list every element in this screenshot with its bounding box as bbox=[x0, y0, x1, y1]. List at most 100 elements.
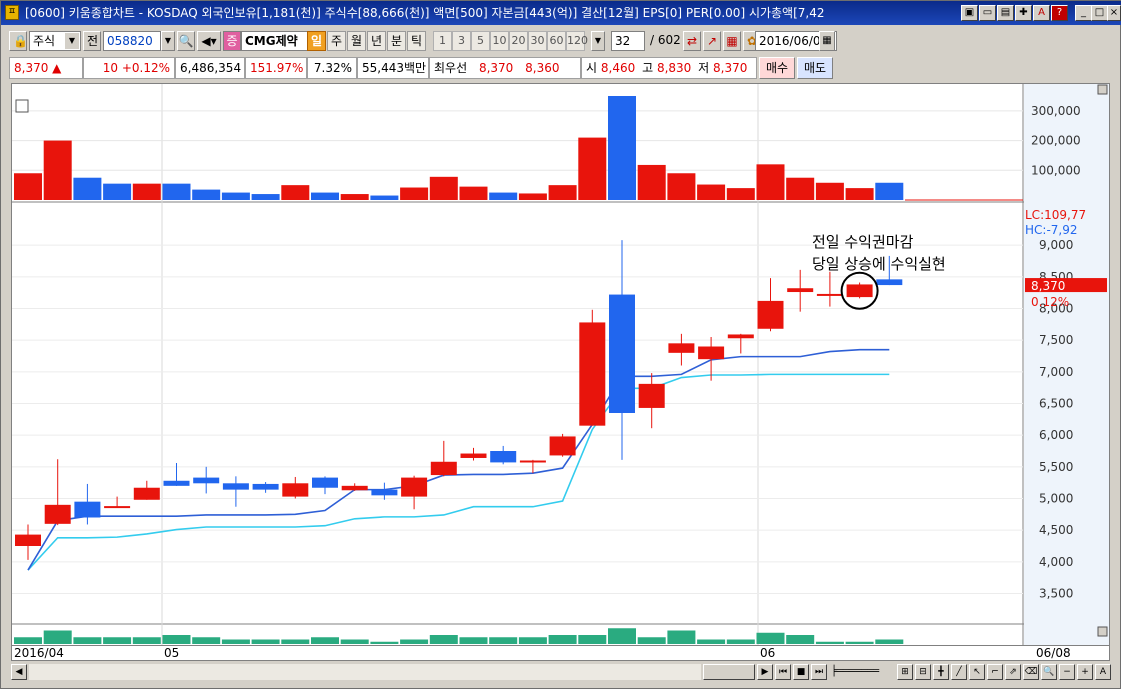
interval-button-120[interactable]: 120 bbox=[566, 31, 588, 51]
buy-button[interactable]: 매수 bbox=[759, 57, 795, 79]
foreign-bar-20 bbox=[608, 628, 636, 644]
minimize-icon[interactable]: _ bbox=[1075, 5, 1092, 21]
candle-body-29 bbox=[876, 279, 903, 286]
font-size-icon[interactable]: A bbox=[1095, 664, 1111, 680]
candle-body-26 bbox=[787, 288, 814, 293]
draw-line-icon[interactable]: ╱ bbox=[951, 664, 967, 680]
vol-bar-14 bbox=[429, 176, 458, 200]
sell-button[interactable]: 매도 bbox=[797, 57, 833, 79]
price-tick-4: 7,000 bbox=[1039, 365, 1073, 379]
chart-window: ㅍ [0600] 키움종합차트 - KOSDAQ 외국인보유[1,181(천)]… bbox=[0, 0, 1121, 689]
zoom-icon[interactable]: 🔍 bbox=[1041, 664, 1057, 680]
next-icon[interactable]: ⏭ bbox=[811, 664, 827, 680]
period-tab-3[interactable]: 년 bbox=[367, 31, 386, 51]
interval-button-10[interactable]: 10 bbox=[490, 31, 509, 51]
interval-button-20[interactable]: 20 bbox=[509, 31, 528, 51]
open-label: 시 bbox=[586, 61, 598, 75]
calendar-icon[interactable]: ▦ bbox=[819, 31, 835, 51]
scrollbar[interactable]: ◀ ▶ ⏮ ■ ⏭ ╞═══════ ⊞ ⊟ ╋ ╱ ↖ ⌐ ⇗ ⌫ 🔍 − +… bbox=[11, 661, 1111, 683]
period-tab-5[interactable]: 틱 bbox=[407, 31, 426, 51]
scroll-left-icon[interactable]: ◀ bbox=[11, 664, 27, 680]
price-change: 10 +0.12% bbox=[83, 57, 175, 79]
link-icon[interactable]: ▣ bbox=[961, 5, 978, 21]
vol-bar-4 bbox=[132, 183, 161, 200]
vol-bar-6 bbox=[192, 189, 221, 200]
draw-text-icon[interactable]: ⌐ bbox=[987, 664, 1003, 680]
candle-body-15 bbox=[460, 453, 487, 458]
interval-button-60[interactable]: 60 bbox=[547, 31, 566, 51]
draw-arrow-icon[interactable]: ↖ bbox=[969, 664, 985, 680]
vol-bar-20 bbox=[608, 96, 636, 200]
window-icon[interactable]: ▤ bbox=[997, 5, 1014, 21]
foreign-bar-19 bbox=[578, 635, 607, 644]
foreign-bar-18 bbox=[548, 635, 577, 644]
alert-icon[interactable]: ✚ bbox=[1015, 5, 1032, 21]
market-select[interactable]: 주식 ▼ bbox=[29, 31, 81, 51]
period-tab-0[interactable]: 일 bbox=[307, 31, 326, 51]
layout-icon[interactable]: ▭ bbox=[979, 5, 996, 21]
indicator-icon[interactable]: ↗ bbox=[703, 31, 721, 51]
compare-icon[interactable]: ⇄ bbox=[683, 31, 701, 51]
interval-button-1[interactable]: 1 bbox=[433, 31, 452, 51]
help-icon[interactable]: ? bbox=[1051, 5, 1068, 21]
vol-tick-2: 100,000 bbox=[1031, 163, 1081, 177]
foreign-bar-25 bbox=[756, 632, 785, 644]
save-icon[interactable]: ▦ bbox=[723, 31, 741, 51]
interval-button-3[interactable]: 3 bbox=[452, 31, 471, 51]
scroll-right-icon[interactable]: ▶ bbox=[757, 664, 773, 680]
vol-bar-11 bbox=[340, 194, 369, 200]
maximize-icon[interactable]: □ bbox=[1091, 5, 1108, 21]
candle-body-20 bbox=[609, 294, 635, 413]
chart-area[interactable]: 300,000 200,000 100,000 9,000 8,500 8,000 7,50… bbox=[11, 83, 1110, 647]
erase-icon[interactable]: ⌫ bbox=[1023, 664, 1039, 680]
period-tab-4[interactable]: 분 bbox=[387, 31, 406, 51]
vol-bar-10 bbox=[311, 192, 339, 200]
zoom-slider[interactable]: ╞═══════ bbox=[831, 664, 891, 680]
candle-body-28 bbox=[846, 284, 873, 298]
grid-icon[interactable]: ⊟ bbox=[915, 664, 931, 680]
crosshair-icon[interactable]: ╋ bbox=[933, 664, 949, 680]
scroll-thumb[interactable] bbox=[703, 664, 755, 680]
scroll-track[interactable] bbox=[29, 664, 701, 680]
candle-body-16 bbox=[490, 451, 517, 463]
speaker-icon[interactable]: ◀▾ bbox=[197, 31, 221, 51]
lock-icon[interactable]: 🔒 bbox=[9, 31, 27, 51]
text-tool-icon[interactable]: A bbox=[1033, 5, 1050, 21]
search-icon[interactable]: 🔍 bbox=[177, 31, 195, 51]
count-input[interactable]: 32 bbox=[611, 31, 645, 51]
code-dropdown-icon[interactable]: ▼ bbox=[161, 31, 175, 51]
minus-icon[interactable]: − bbox=[1059, 664, 1075, 680]
candle-body-21 bbox=[638, 383, 665, 408]
vol-bar-3 bbox=[103, 183, 132, 200]
draw-channel-icon[interactable]: ⇗ bbox=[1005, 664, 1021, 680]
foreign-bar-2 bbox=[73, 637, 102, 644]
stop-icon[interactable]: ■ bbox=[793, 664, 809, 680]
interval-button-5[interactable]: 5 bbox=[471, 31, 490, 51]
close-icon[interactable]: × bbox=[1107, 5, 1121, 21]
code-input[interactable]: 058820 bbox=[103, 31, 161, 51]
foreign-bar-10 bbox=[311, 637, 339, 644]
foreign-bar-11 bbox=[340, 639, 369, 644]
foreign-bar-21 bbox=[637, 637, 666, 644]
foreign-bar-7 bbox=[221, 639, 250, 644]
vol-bar-25 bbox=[756, 164, 785, 200]
foreign-bar-15 bbox=[459, 637, 488, 644]
vol-bar-28 bbox=[845, 188, 874, 200]
plus-icon[interactable]: + bbox=[1077, 664, 1093, 680]
foreign-bar-13 bbox=[400, 639, 429, 644]
candle-body-22 bbox=[668, 343, 695, 353]
fit-icon[interactable]: ⊞ bbox=[897, 664, 913, 680]
interval-button-30[interactable]: 30 bbox=[528, 31, 547, 51]
bid-price: 8,360 bbox=[525, 61, 560, 75]
period-tab-2[interactable]: 월 bbox=[347, 31, 366, 51]
toolbar: 🔒 주식 ▼ 전 058820 ▼ 🔍 ◀▾ 증 CMG제약 일주월년분틱 135… bbox=[9, 29, 1113, 53]
period-tab-1[interactable]: 주 bbox=[327, 31, 346, 51]
foreign-bar-22 bbox=[667, 630, 696, 644]
vol-bar-16 bbox=[489, 192, 518, 200]
first-icon[interactable]: ⏮ bbox=[775, 664, 791, 680]
interval-dropdown-icon[interactable]: ▼ bbox=[591, 31, 605, 51]
chart-svg[interactable]: 300,000200,000100,0009,0008,5008,0007,50… bbox=[12, 84, 1109, 646]
candle-body-11 bbox=[341, 485, 368, 491]
prev-button[interactable]: 전 bbox=[83, 31, 101, 51]
quote-bar: 8,370 ▲ 10 +0.12% 6,486,354 151.97% 7.32… bbox=[9, 57, 1113, 79]
